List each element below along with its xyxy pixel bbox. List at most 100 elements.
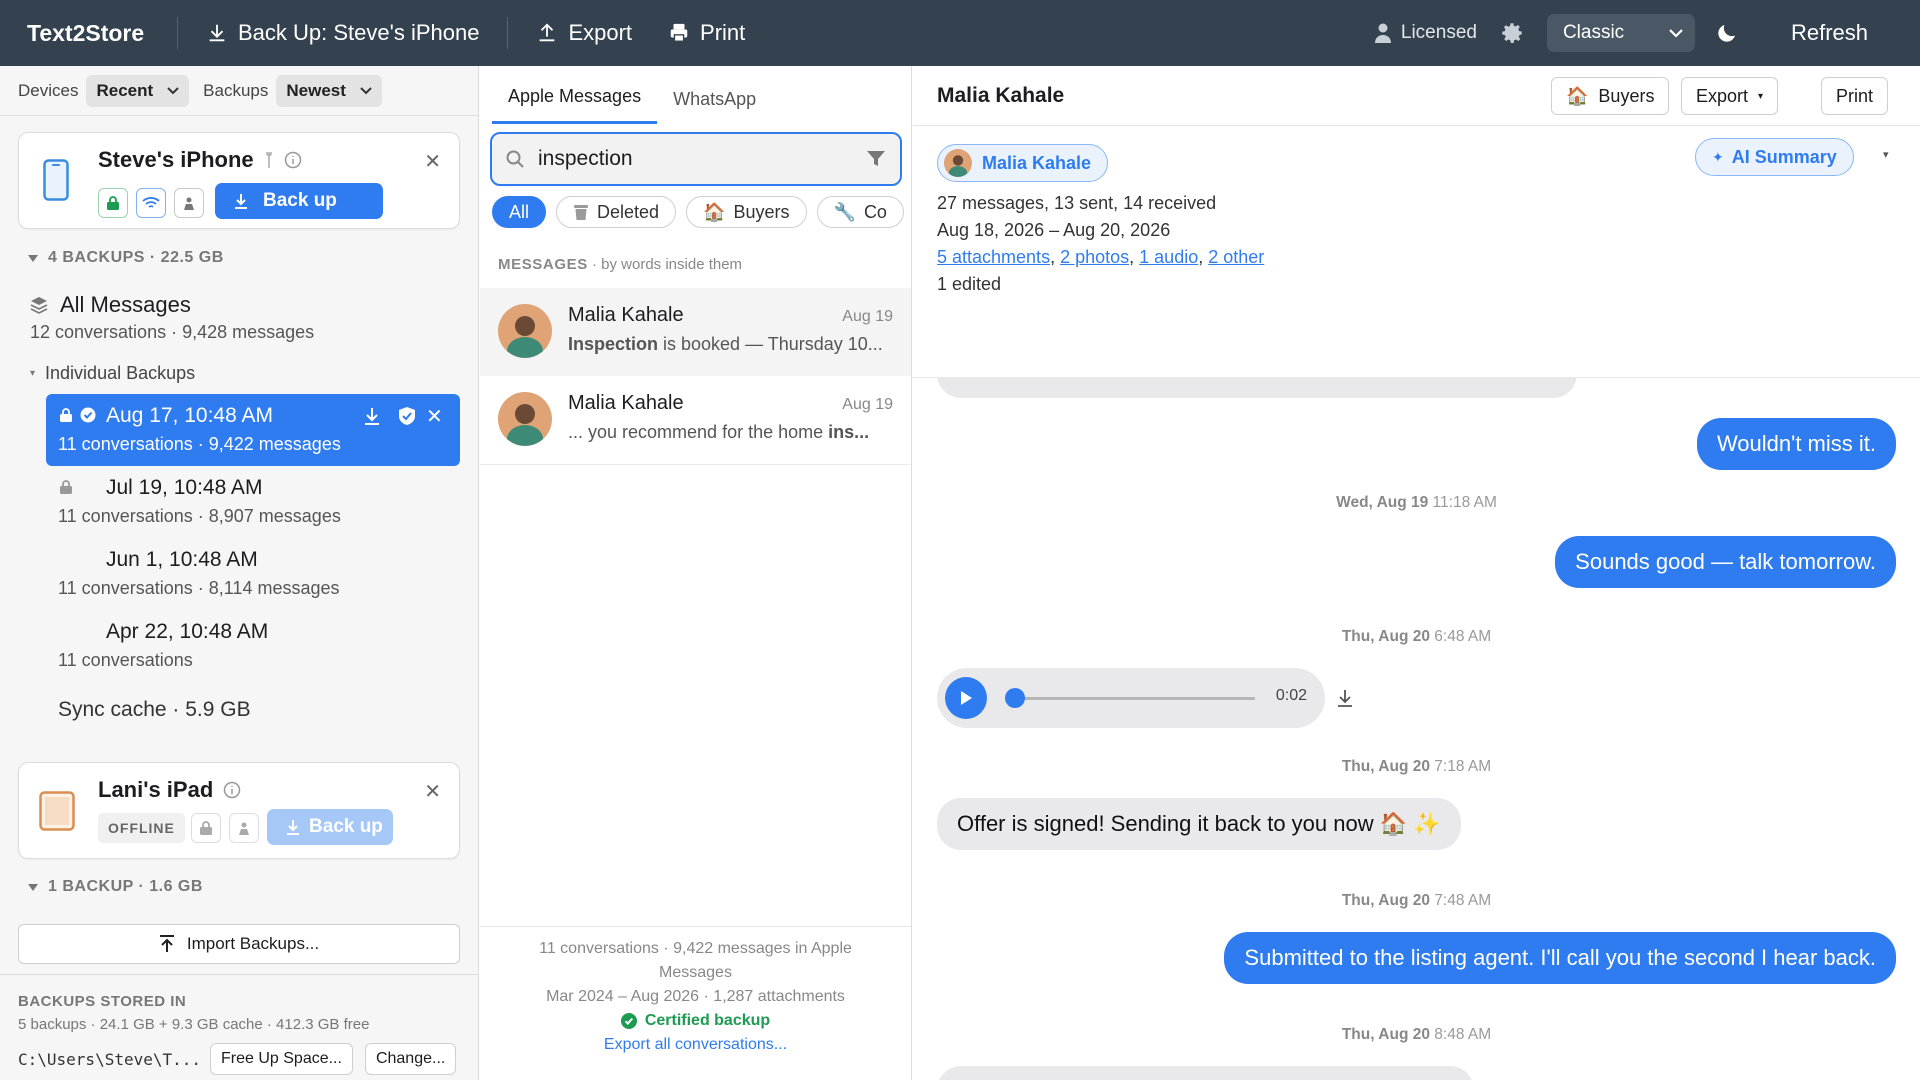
gear-icon[interactable] bbox=[1499, 20, 1525, 46]
conversation-export-button[interactable]: Export ▾ bbox=[1681, 77, 1779, 115]
search-icon bbox=[506, 150, 524, 168]
backups-sort-select[interactable]: Newest bbox=[276, 74, 382, 107]
pill-buyers[interactable]: 🏠 Buyers bbox=[686, 196, 807, 228]
license-label: Licensed bbox=[1400, 22, 1477, 43]
backup-item[interactable]: Jun 1, 10:48 AM 11 conversations · 8,114… bbox=[46, 538, 460, 610]
message-bubble-incoming[interactable] bbox=[937, 378, 1577, 398]
backup-item-selected[interactable]: Aug 17, 10:48 AM 11 conversations · 9,42… bbox=[46, 394, 460, 466]
timestamp-day: Thu, Aug 20 bbox=[1341, 1026, 1430, 1043]
sync-cache-item[interactable]: Sync cache · 5.9 GB bbox=[58, 698, 251, 722]
check-circle-icon bbox=[620, 1013, 637, 1029]
close-icon[interactable]: ✕ bbox=[426, 404, 443, 429]
contact-tag-label: Malia Kahale bbox=[982, 152, 1092, 173]
backups-section-header[interactable]: 4 BACKUPS · 22.5 GB bbox=[28, 249, 224, 267]
upload-icon bbox=[540, 23, 555, 42]
message-bubble-outgoing[interactable]: Submitted to the listing agent. I'll cal… bbox=[1224, 932, 1896, 984]
conversation-item[interactable]: Malia Kahale Aug 19 ... you recommend fo… bbox=[480, 376, 911, 464]
pill-deleted[interactable]: Deleted bbox=[556, 196, 677, 228]
buyers-tag-button[interactable]: 🏠 Buyers bbox=[1551, 77, 1670, 115]
results-heading: MESSAGES · by words inside them bbox=[498, 256, 742, 273]
audio-progress-track[interactable] bbox=[1015, 697, 1255, 700]
message-bubble-incoming[interactable]: Offer is signed! Sending it back to you … bbox=[937, 798, 1461, 850]
contact-tag[interactable]: Malia Kahale bbox=[937, 144, 1109, 182]
backup-item[interactable]: Jul 19, 10:48 AM 11 conversations · 8,90… bbox=[46, 466, 460, 538]
audio-link[interactable]: 1 audio bbox=[1139, 247, 1198, 267]
lock-icon bbox=[200, 821, 212, 835]
moon-icon[interactable] bbox=[1715, 21, 1739, 45]
conversation-pane: Malia Kahale 🏠 Buyers Export ▾ Print Mal… bbox=[913, 66, 1920, 1080]
backup-item[interactable]: Apr 22, 10:48 AM 11 conversations bbox=[46, 610, 460, 682]
timestamp: Thu, Aug 20 6:48 AM bbox=[913, 628, 1920, 646]
message-bubble-outgoing[interactable]: Sounds good — talk tomorrow. bbox=[1555, 536, 1896, 588]
theme-select[interactable]: Classic bbox=[1546, 14, 1695, 52]
pill-buyers-label: Buyers bbox=[733, 201, 790, 222]
close-icon[interactable]: ✕ bbox=[424, 779, 441, 804]
tab-apple-messages[interactable]: Apple Messages bbox=[492, 86, 658, 124]
shield-check-icon[interactable] bbox=[398, 406, 416, 426]
timestamp-time: 11:18 AM bbox=[1428, 494, 1497, 511]
export-button[interactable]: Export bbox=[508, 0, 660, 66]
change-location-button[interactable]: Change... bbox=[364, 1043, 457, 1075]
info-icon[interactable] bbox=[284, 151, 302, 169]
user-status-chip bbox=[174, 188, 204, 218]
message-bubble-outgoing[interactable]: Wouldn't miss it. bbox=[1696, 418, 1896, 470]
backups-section-header[interactable]: 1 BACKUP · 1.6 GB bbox=[28, 878, 203, 896]
caret-down-icon[interactable]: ▾ bbox=[1883, 148, 1889, 161]
photos-link[interactable]: 2 photos bbox=[1060, 247, 1129, 267]
download-icon[interactable] bbox=[1335, 688, 1355, 708]
print-label: Print bbox=[700, 20, 746, 45]
download-icon[interactable] bbox=[362, 406, 382, 426]
license-status[interactable]: Licensed bbox=[1374, 22, 1477, 44]
individual-backups-label: Individual Backups bbox=[45, 363, 196, 383]
conversation-stats: 27 messages, 13 sent, 14 received Aug 18… bbox=[937, 190, 1264, 298]
backup-sub: 11 conversations · 8,114 messages bbox=[58, 578, 340, 598]
print-button[interactable]: Print bbox=[660, 0, 773, 66]
timestamp-day: Thu, Aug 20 bbox=[1341, 892, 1430, 909]
devices-sort-select[interactable]: Recent bbox=[86, 74, 190, 107]
backup-device-button[interactable]: Back Up: Steve's iPhone bbox=[178, 0, 507, 66]
storage-sub: 5 backups · 24.1 GB + 9.3 GB cache · 412… bbox=[18, 1016, 370, 1033]
play-button[interactable] bbox=[945, 677, 987, 719]
timestamp-day: Wed, Aug 19 bbox=[1336, 494, 1429, 511]
ai-summary-button[interactable]: ✦ AI Summary bbox=[1695, 138, 1854, 176]
top-bar: Text2Store Back Up: Steve's iPhone Expor… bbox=[0, 0, 1920, 66]
close-icon[interactable]: ✕ bbox=[424, 149, 441, 174]
chevron-down-icon bbox=[1669, 29, 1683, 38]
backup-sub: 11 conversations · 9,422 messages bbox=[58, 434, 341, 454]
import-backups-button[interactable]: Import Backups... bbox=[18, 924, 460, 964]
ipad-icon bbox=[39, 791, 75, 831]
device-backup-button[interactable]: Back up bbox=[215, 183, 383, 219]
export-all-link[interactable]: Export all conversations... bbox=[480, 1033, 911, 1057]
info-icon[interactable] bbox=[223, 781, 241, 799]
timestamp-time: 7:48 AM bbox=[1429, 892, 1492, 909]
tab-whatsapp[interactable]: WhatsApp bbox=[657, 89, 772, 124]
audio-scrub-handle[interactable] bbox=[1005, 688, 1025, 708]
individual-backups-header[interactable]: ▾ Individual Backups bbox=[30, 363, 195, 384]
free-up-space-button[interactable]: Free Up Space... bbox=[210, 1043, 353, 1075]
other-link[interactable]: 2 other bbox=[1208, 247, 1264, 267]
pill-contractors[interactable]: 🔧 Co bbox=[816, 196, 904, 228]
conversation-print-button[interactable]: Print bbox=[1821, 77, 1889, 115]
device-card-steves-iphone[interactable]: Steve's iPhone ✕ Back up bbox=[18, 132, 460, 229]
device-name-text: Lani's iPad bbox=[98, 777, 214, 802]
timestamp: Thu, Aug 20 7:48 AM bbox=[913, 892, 1920, 910]
pill-all[interactable]: All bbox=[492, 196, 547, 228]
lock-icon bbox=[107, 196, 119, 210]
conversations-footer: 11 conversations · 9,422 messages in App… bbox=[480, 926, 911, 1057]
attachments-link[interactable]: 5 attachments bbox=[937, 247, 1050, 267]
verified-icon bbox=[80, 407, 96, 423]
all-messages-item[interactable]: All Messages 12 conversations · 9,428 me… bbox=[30, 292, 314, 343]
backup-date: Jun 1, 10:48 AM bbox=[106, 548, 258, 571]
conversation-date: Aug 19 bbox=[842, 396, 893, 413]
backup-device-label: Back Up: Steve's iPhone bbox=[238, 20, 480, 45]
device-backup-label: Back up bbox=[309, 816, 383, 837]
conversation-item[interactable]: Malia Kahale Aug 19 Inspection is booked… bbox=[480, 288, 911, 376]
filter-icon[interactable] bbox=[866, 150, 886, 168]
refresh-button[interactable]: Refresh bbox=[1791, 20, 1868, 46]
device-card-lanis-ipad[interactable]: Lani's iPad ✕ OFFLINE Back up bbox=[18, 762, 460, 859]
app-brand: Text2Store bbox=[27, 19, 145, 46]
message-bubble-incoming[interactable]: Perfect — see you at the open house Satu… bbox=[937, 1066, 1475, 1080]
search-input[interactable]: inspection bbox=[490, 132, 902, 186]
device-backup-button-disabled[interactable]: Back up bbox=[267, 809, 393, 845]
stats-attachments: 5 attachments, 2 photos, 1 audio, 2 othe… bbox=[937, 247, 1265, 267]
